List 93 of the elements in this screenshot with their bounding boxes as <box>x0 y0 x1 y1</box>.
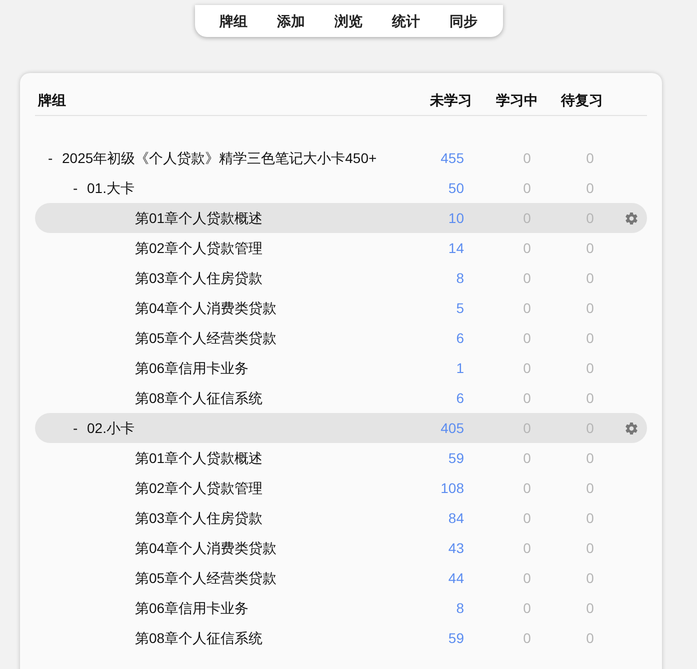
review-count: 0 <box>585 628 595 648</box>
learning-count: 0 <box>522 628 532 648</box>
deck-name[interactable]: 第01章个人贷款概述 <box>135 208 263 228</box>
deck-row[interactable]: 第04章个人消费类贷款 43 0 0 <box>35 533 647 563</box>
review-count: 0 <box>585 148 595 168</box>
deck-row[interactable]: 第01章个人贷款概述 59 0 0 <box>35 443 647 473</box>
new-count: 6 <box>455 388 464 408</box>
column-header: 牌组 <box>36 91 67 110</box>
new-count: 59 <box>447 628 464 648</box>
deck-row[interactable]: 第03章个人住房贷款 8 0 0 <box>35 263 647 293</box>
learning-count: 0 <box>522 268 532 288</box>
learning-count: 0 <box>522 238 532 258</box>
deck-name[interactable]: 第06章信用卡业务 <box>135 358 249 378</box>
column-header: 学习中 <box>495 91 539 110</box>
settings-icon[interactable] <box>624 210 639 226</box>
nav-link[interactable]: 统计 <box>392 10 420 32</box>
review-count: 0 <box>585 268 595 288</box>
deck-name[interactable]: 第08章个人征信系统 <box>135 628 263 648</box>
deck-name[interactable]: 第05章个人经营类贷款 <box>135 568 277 588</box>
nav-link[interactable]: 添加 <box>276 10 305 32</box>
deck-row[interactable]: 第04章个人消费类贷款 5 0 0 <box>35 293 647 323</box>
deck-name[interactable]: 2025年初级《个人贷款》精学三色笔记大小卡450+ <box>62 148 377 168</box>
deck-row[interactable]: 第06章信用卡业务 1 0 0 <box>35 353 647 383</box>
learning-count: 0 <box>522 388 532 408</box>
new-count: 14 <box>447 238 464 258</box>
deck-row[interactable]: 第03章个人住房贷款 84 0 0 <box>35 503 647 533</box>
new-count: 108 <box>440 478 464 498</box>
learning-count: 0 <box>522 148 532 168</box>
review-count: 0 <box>585 178 595 198</box>
deck-name[interactable]: 第05章个人经营类贷款 <box>135 328 277 348</box>
deck-row[interactable]: 第05章个人经营类贷款 44 0 0 <box>35 563 647 593</box>
collapse-toggle[interactable]: - <box>73 178 87 198</box>
deck-name[interactable]: 第03章个人住房贷款 <box>135 268 263 288</box>
review-count: 0 <box>585 538 595 558</box>
new-count: 405 <box>440 418 464 438</box>
learning-count: 0 <box>522 178 532 198</box>
learning-count: 0 <box>522 568 532 588</box>
new-count: 8 <box>455 598 464 618</box>
review-count: 0 <box>585 388 595 408</box>
new-count: 43 <box>447 538 464 558</box>
learning-count: 0 <box>522 358 532 378</box>
deck-row[interactable]: 第05章个人经营类贷款 6 0 0 <box>35 323 647 353</box>
deck-row[interactable]: - 01.大卡 50 0 0 <box>35 173 647 203</box>
nav-link[interactable]: 牌组 <box>219 10 248 32</box>
settings-icon[interactable] <box>624 420 639 436</box>
collapse-toggle[interactable]: - <box>48 148 62 168</box>
new-count: 5 <box>455 298 464 318</box>
deck-row[interactable]: 第02章个人贷款管理 108 0 0 <box>35 473 647 503</box>
review-count: 0 <box>585 478 595 498</box>
review-count: 0 <box>585 358 595 378</box>
review-count: 0 <box>585 238 595 258</box>
learning-count: 0 <box>522 508 532 528</box>
deck-row[interactable]: - 2025年初级《个人贷款》精学三色笔记大小卡450+ 455 0 0 <box>35 143 647 173</box>
new-count: 6 <box>455 328 464 348</box>
learning-count: 0 <box>522 538 532 558</box>
deck-row[interactable]: 第06章信用卡业务 8 0 0 <box>35 593 647 623</box>
column-header: 未学习 <box>428 91 473 110</box>
new-count: 1 <box>455 358 464 378</box>
learning-count: 0 <box>522 448 532 468</box>
deck-row[interactable]: 第08章个人征信系统 6 0 0 <box>35 383 647 413</box>
collapse-toggle[interactable]: - <box>73 418 87 438</box>
deck-name[interactable]: 02.小卡 <box>87 418 134 438</box>
deck-name[interactable]: 第02章个人贷款管理 <box>135 238 263 258</box>
deck-name[interactable]: 第08章个人征信系统 <box>135 388 263 408</box>
new-count: 59 <box>447 448 464 468</box>
review-count: 0 <box>585 448 595 468</box>
deck-name[interactable]: 第04章个人消费类贷款 <box>135 298 277 318</box>
deck-name[interactable]: 第04章个人消费类贷款 <box>135 538 277 558</box>
column-header: 待复习 <box>560 91 604 110</box>
new-count: 84 <box>447 508 464 528</box>
deck-name[interactable]: 第01章个人贷款概述 <box>135 448 263 468</box>
review-count: 0 <box>585 298 595 318</box>
review-count: 0 <box>585 508 595 528</box>
deck-name[interactable]: 01.大卡 <box>87 178 134 198</box>
new-count: 455 <box>440 148 464 168</box>
deck-row[interactable]: 第02章个人贷款管理 14 0 0 <box>35 233 647 263</box>
new-count: 50 <box>447 178 464 198</box>
nav-link[interactable]: 浏览 <box>334 10 362 32</box>
review-count: 0 <box>585 328 595 348</box>
nav-link[interactable]: 同步 <box>450 10 478 32</box>
learning-count: 0 <box>522 598 532 618</box>
learning-count: 0 <box>522 478 532 498</box>
new-count: 10 <box>447 208 464 228</box>
deck-name[interactable]: 第02章个人贷款管理 <box>135 478 263 498</box>
review-count: 0 <box>585 598 595 618</box>
new-count: 8 <box>455 268 464 288</box>
learning-count: 0 <box>522 328 532 348</box>
deck-row[interactable]: 第08章个人征信系统 59 0 0 <box>35 623 647 653</box>
deck-name[interactable]: 第06章信用卡业务 <box>135 598 249 618</box>
new-count: 44 <box>447 568 464 588</box>
learning-count: 0 <box>522 298 532 318</box>
deck-name[interactable]: 第03章个人住房贷款 <box>135 508 263 528</box>
review-count: 0 <box>585 568 595 588</box>
